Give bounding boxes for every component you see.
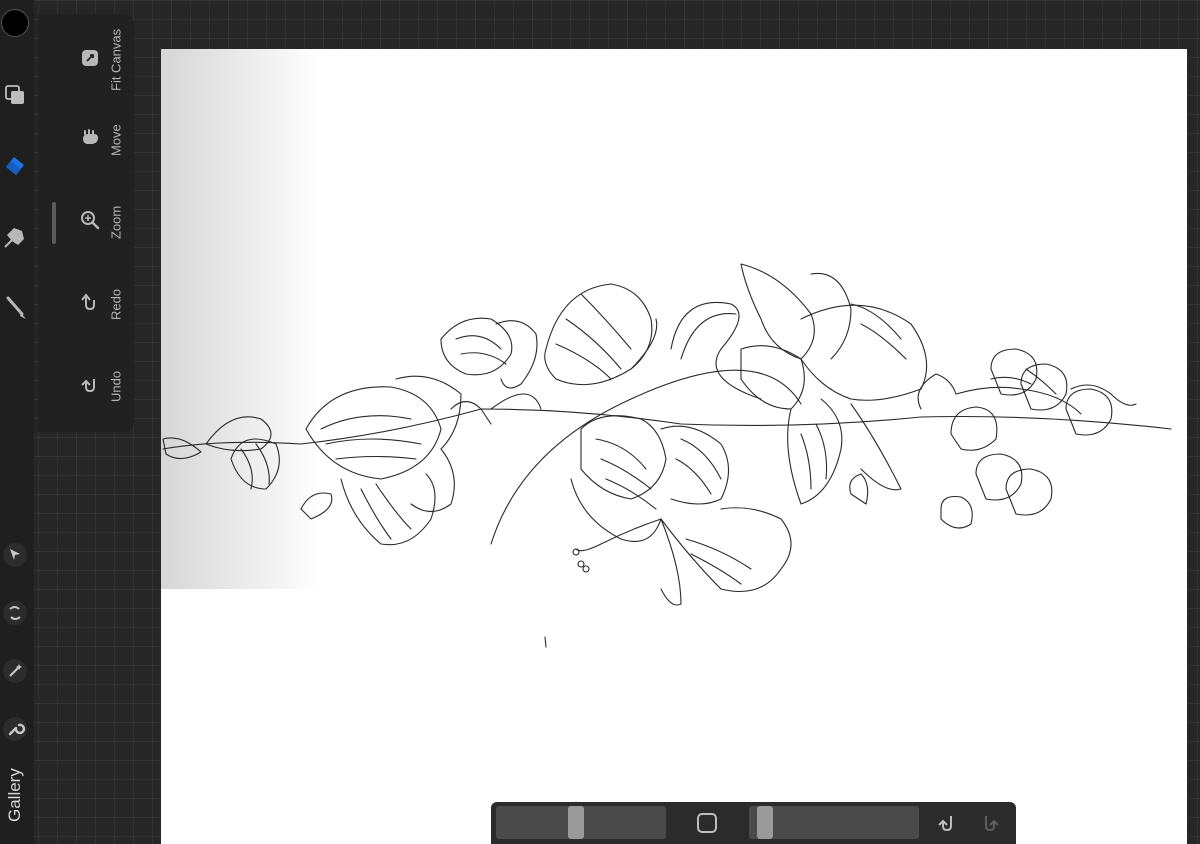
bottom-toolbar <box>491 802 1016 844</box>
fit-canvas-icon <box>78 46 102 70</box>
brush-size-slider[interactable] <box>496 806 666 839</box>
zoom-icon <box>78 208 102 232</box>
opacity-slider[interactable] <box>749 806 919 839</box>
gallery-button[interactable]: Gallery <box>0 760 30 830</box>
smudge-icon[interactable] <box>0 221 30 251</box>
brush-size-thumb[interactable] <box>568 806 585 839</box>
undo-label: Undo <box>108 370 124 402</box>
redo-icon[interactable] <box>977 810 1003 836</box>
color-swatch[interactable] <box>1 9 29 37</box>
modify-button[interactable] <box>697 813 717 833</box>
fit-canvas-button[interactable]: Fit Canvas <box>38 24 132 96</box>
wrench-icon[interactable] <box>0 714 30 744</box>
layers-icon[interactable] <box>0 80 30 110</box>
undo-button[interactable]: Undo <box>38 350 132 422</box>
redo-label: Redo <box>108 288 124 320</box>
opacity-thumb[interactable] <box>756 806 773 839</box>
arrow-cursor-icon[interactable] <box>0 540 30 570</box>
hand-icon <box>78 126 102 150</box>
zoom-label: Zoom <box>108 205 124 239</box>
eraser-icon[interactable] <box>0 151 30 181</box>
undo-icon[interactable] <box>934 810 960 836</box>
redo-icon <box>78 290 102 314</box>
magic-wand-icon[interactable] <box>0 656 30 686</box>
drawing-canvas[interactable] <box>161 49 1187 844</box>
undo-icon <box>78 372 102 396</box>
brush-icon[interactable] <box>0 292 30 322</box>
transform-icon[interactable] <box>0 598 30 628</box>
redo-button[interactable]: Redo <box>38 268 132 340</box>
move-button[interactable]: Move <box>38 104 132 176</box>
left-toolbar: Gallery <box>0 0 34 844</box>
move-label: Move <box>108 124 124 156</box>
floral-line-artwork <box>162 263 1172 648</box>
fit-canvas-label: Fit Canvas <box>108 28 124 92</box>
zoom-button[interactable]: Zoom <box>38 186 132 258</box>
